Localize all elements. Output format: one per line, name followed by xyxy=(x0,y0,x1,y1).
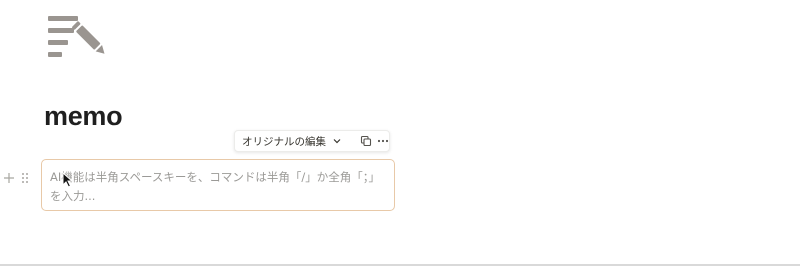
more-horizontal-icon[interactable] xyxy=(377,133,389,149)
chevron-down-icon[interactable] xyxy=(332,136,342,146)
ai-input-placeholder: AI機能は半角スペースキーを、コマンドは半角「/」か全角「；」を入力... xyxy=(50,170,380,203)
ai-prompt-input[interactable]: AI機能は半角スペースキーを、コマンドは半角「/」か全角「；」を入力... xyxy=(41,159,395,211)
edit-note-icon[interactable] xyxy=(46,14,114,58)
plus-icon[interactable] xyxy=(2,171,16,185)
page-title[interactable]: memo xyxy=(44,101,123,132)
drag-handle-icon[interactable] xyxy=(20,171,30,185)
copy-icon[interactable] xyxy=(360,133,372,149)
edit-original-button[interactable]: オリジナルの編集 xyxy=(242,134,326,149)
block-toolbar: オリジナルの編集 xyxy=(234,130,390,152)
